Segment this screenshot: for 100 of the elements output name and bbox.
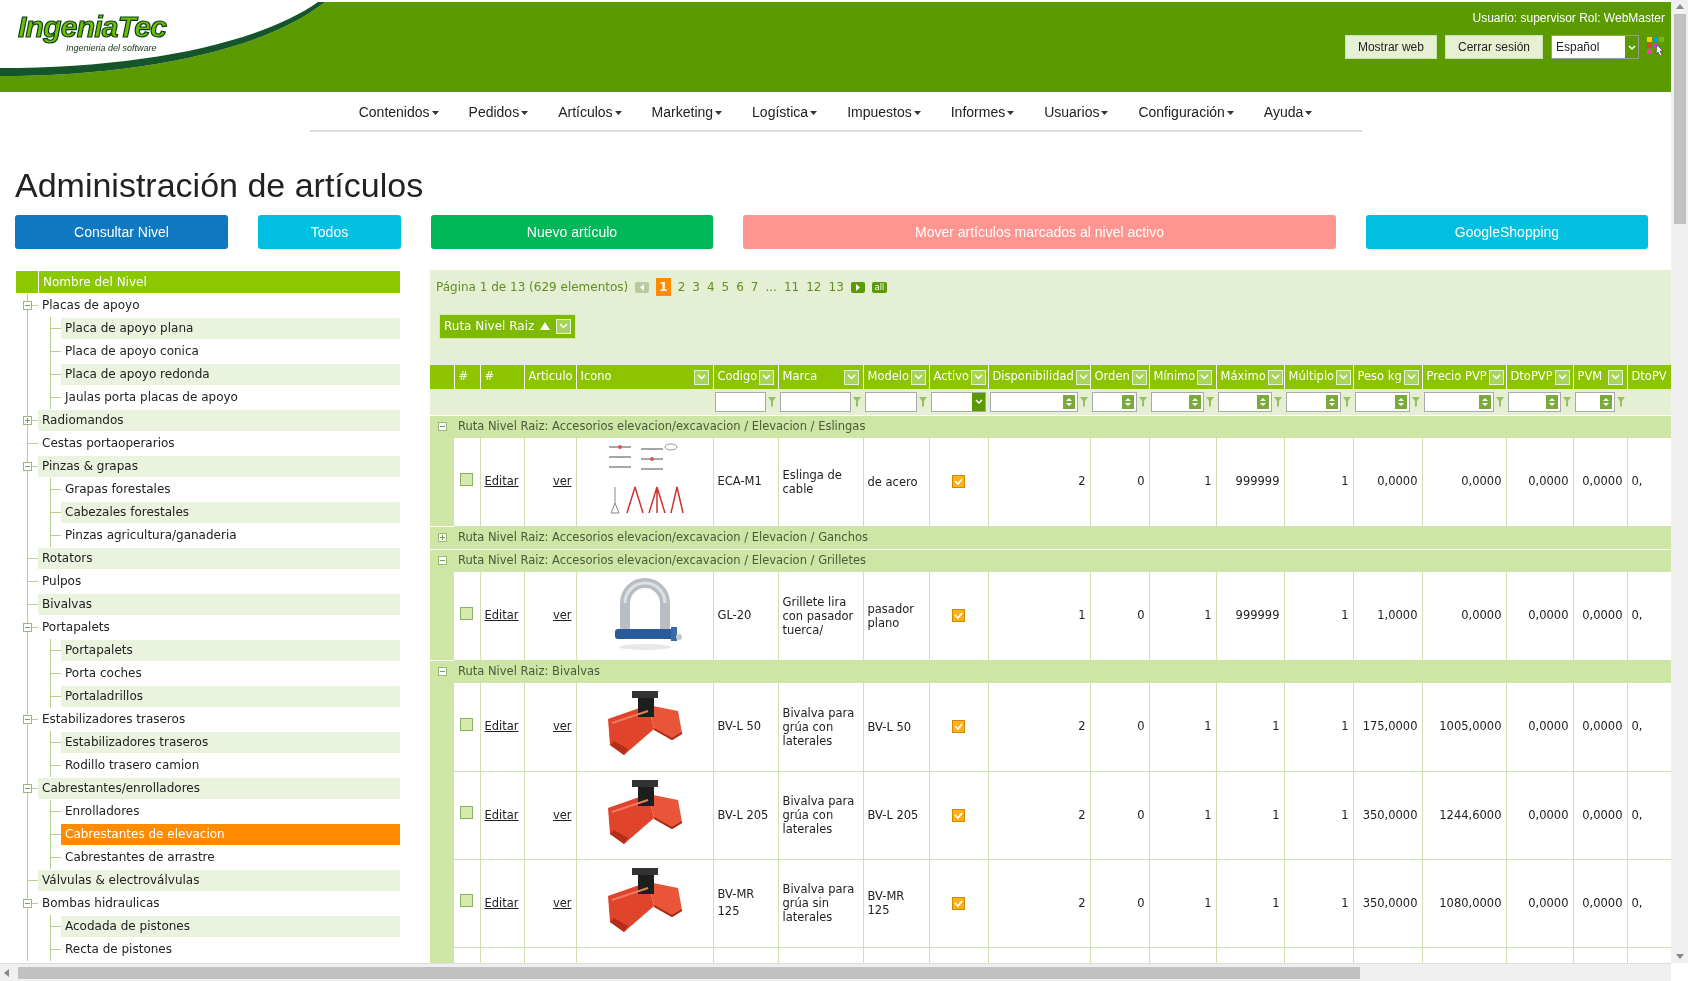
row-checkbox[interactable] [460,894,474,908]
spinner-icon[interactable] [1600,394,1612,409]
column-menu-button[interactable] [693,369,709,385]
tree-item[interactable]: Cestas portaoperarios [38,433,400,454]
filter-field[interactable] [990,391,1078,412]
column-menu-button[interactable] [1075,369,1089,385]
view-link[interactable]: ver [552,719,572,734]
language-select[interactable]: Español [1551,35,1639,59]
column-menu-button[interactable] [843,369,859,385]
filter-field[interactable] [1575,391,1615,412]
column-menu-button[interactable] [1267,369,1283,385]
filter-icon[interactable] [768,396,776,407]
filter-field[interactable] [1424,391,1494,412]
edit-link[interactable]: Editar [484,608,519,623]
spinner-icon[interactable] [1546,394,1558,409]
nav-menu[interactable]: Informes [950,102,1015,123]
filter-icon[interactable] [1206,396,1214,407]
view-link[interactable]: ver [552,608,572,623]
collapse-icon[interactable] [23,301,32,310]
collapse-icon[interactable] [437,422,447,432]
vertical-scrollbar[interactable] [1671,0,1688,963]
nav-menu[interactable]: Ayuda [1263,102,1313,123]
collapse-icon[interactable] [23,623,32,632]
next-page-button[interactable] [850,281,865,293]
nav-menu[interactable]: Contenidos [358,102,439,123]
scrollbar-thumb[interactable] [18,966,1360,979]
spinner-icon[interactable] [1395,394,1407,409]
collapse-icon[interactable] [23,462,32,471]
nav-menu[interactable]: Usuarios [1044,102,1109,123]
color-grid-icon[interactable] [1647,37,1665,57]
column-menu-button[interactable] [1403,369,1419,385]
collapse-icon[interactable] [23,899,32,908]
group-row[interactable]: Ruta Nivel Raiz: Accesorios elevacion/excavacion / Elevacion / Grilletes [430,549,1671,572]
horizontal-scrollbar[interactable] [0,963,1671,981]
filter-dropdown[interactable] [931,391,986,412]
tree-item[interactable]: Bombas hidraulicas [38,893,400,914]
tree-item[interactable]: Válvulas & electroválvulas [38,870,400,891]
view-link[interactable]: ver [552,895,572,910]
header-button[interactable]: Mostrar web [1344,35,1437,59]
filter-icon[interactable] [853,396,861,407]
tree-item[interactable]: Cabrestantes/enrolladores [38,778,400,799]
spinner-icon[interactable] [1189,394,1201,409]
collapse-icon[interactable] [437,556,447,566]
spinner-icon[interactable] [1063,394,1075,409]
tree-item[interactable]: Placa de apoyo redonda [61,364,400,385]
tree-item[interactable]: Rotators [38,548,400,569]
tree-item[interactable]: Cabrestantes de arrastre [61,847,400,868]
group-row[interactable]: Ruta Nivel Raiz: Bivalvas [430,660,1671,683]
spinner-icon[interactable] [1257,394,1269,409]
row-checkbox[interactable] [460,606,474,620]
nav-menu[interactable]: Artículos [558,102,622,123]
active-checkbox[interactable] [952,720,965,734]
filter-icon[interactable] [1563,396,1571,407]
edit-link[interactable]: Editar [484,474,519,489]
column-menu-button[interactable] [556,318,572,334]
column-menu-button[interactable] [911,369,927,385]
active-checkbox[interactable] [952,896,965,910]
tree-item[interactable]: Estabilizadores traseros [61,732,400,753]
view-link[interactable]: ver [552,807,572,822]
tree-item[interactable]: Estabilizadores traseros [38,709,400,730]
tree-item[interactable]: Rodillo trasero camion [61,755,400,776]
filter-field[interactable] [865,391,917,412]
spinner-icon[interactable] [1326,394,1338,409]
filter-field[interactable] [1092,391,1137,412]
tree-item[interactable]: Placas de apoyo [38,295,400,316]
row-checkbox[interactable] [460,472,474,486]
filter-icon[interactable] [1274,396,1282,407]
tree-item[interactable]: Portapalets [38,617,400,638]
column-menu-button[interactable] [971,369,987,385]
filter-icon[interactable] [1080,396,1088,407]
spinner-icon[interactable] [1479,394,1491,409]
tree-item[interactable]: Bivalvas [38,594,400,615]
filter-field[interactable] [715,391,766,412]
active-checkbox[interactable] [952,808,965,822]
expand-icon[interactable] [23,416,32,425]
column-menu-button[interactable] [759,369,775,385]
previous-page-button[interactable] [635,281,650,293]
group-row[interactable]: Ruta Nivel Raiz: Accesorios elevacion/excavacion / Elevacion / Ganchos [430,526,1671,549]
filter-field[interactable] [780,391,851,412]
expand-icon[interactable] [437,533,447,542]
edit-link[interactable]: Editar [484,807,519,822]
column-menu-button[interactable] [1607,369,1623,385]
column-menu-button[interactable] [1197,369,1213,385]
header-button[interactable]: Cerrar sesión [1444,35,1543,59]
tree-item[interactable]: Cabezales forestales [61,502,400,523]
scrollbar-thumb[interactable] [1673,14,1686,224]
collapse-icon[interactable] [23,715,32,724]
tree-item[interactable]: Pinzas & grapas [38,456,400,477]
view-link[interactable]: ver [552,474,572,489]
active-checkbox[interactable] [952,475,965,489]
tree-item[interactable]: Recta de pistones [61,939,400,960]
filter-icon[interactable] [1617,396,1625,407]
filter-icon[interactable] [1343,396,1351,407]
filter-icon[interactable] [1496,396,1504,407]
filter-field[interactable] [1218,391,1272,412]
tree-item[interactable]: Pulpos [38,571,400,592]
tree-item[interactable]: Radiomandos [38,410,400,431]
nav-menu[interactable]: Configuración [1138,102,1234,123]
tree-item[interactable]: Pinzas agricultura/ganaderia [61,525,400,546]
filter-field[interactable] [1508,391,1561,412]
